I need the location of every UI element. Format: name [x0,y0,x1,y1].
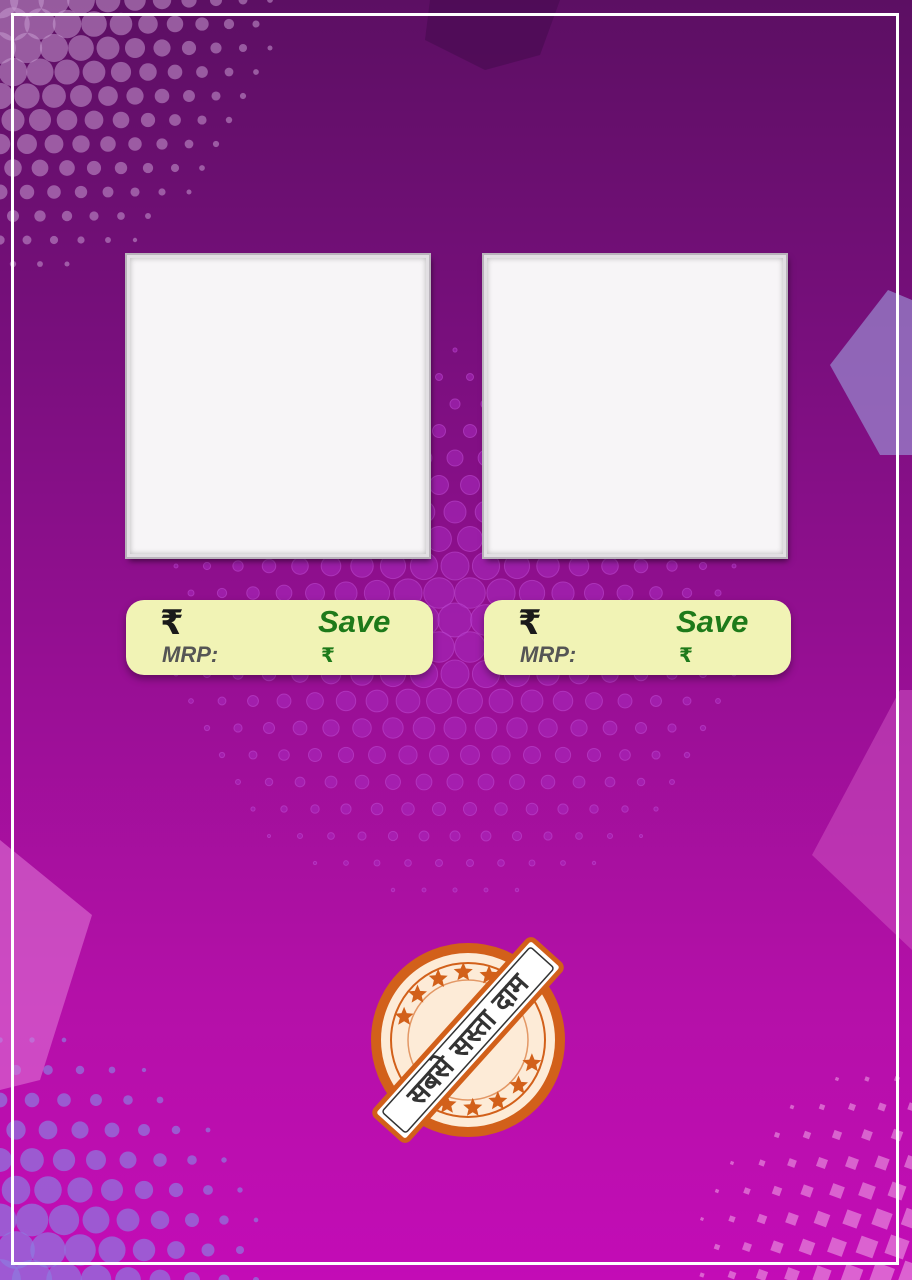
save-rupee-symbol: ₹ [321,643,335,667]
product-image-2 [484,255,786,557]
save-rupee-symbol: ₹ [679,643,693,667]
rupee-symbol: ₹ [518,603,542,643]
rupee-symbol: ₹ [160,603,184,643]
poster: ₹ MRP: Save ₹ ₹ MRP: Save ₹ सबसे सस्ता द… [0,0,912,1280]
save-label: Save [318,604,391,639]
price-tag-1: ₹ MRP: Save ₹ [126,600,433,675]
best-price-stamp: सबसे सस्ता दाम [371,937,565,1143]
mrp-label: MRP: [162,642,219,667]
price-tag-2: ₹ MRP: Save ₹ [484,600,791,675]
product-image-1 [127,255,429,557]
save-label: Save [676,604,749,639]
mrp-label: MRP: [520,642,577,667]
